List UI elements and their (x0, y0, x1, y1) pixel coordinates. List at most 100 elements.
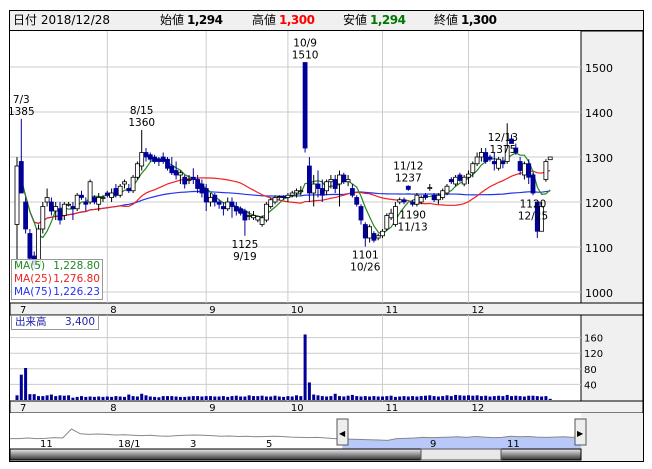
volume-bar (105, 396, 109, 400)
volume-bar (67, 395, 71, 400)
volume-bar (295, 395, 298, 400)
candle-body (186, 179, 192, 181)
volume-bar (148, 396, 152, 400)
volume-bar (41, 396, 45, 400)
candle-body (169, 165, 175, 174)
volume-bar (307, 382, 311, 400)
volume-bar (118, 396, 122, 400)
annotation-date: 12/25 (518, 210, 548, 222)
candle-body (199, 183, 205, 194)
month-tick-label: 10 (291, 305, 304, 316)
candle-body (496, 158, 502, 169)
candle-body (61, 203, 67, 216)
candle-body (324, 181, 330, 192)
candle-body (195, 179, 201, 189)
volume-bar (37, 396, 40, 400)
candle-body (362, 224, 368, 239)
month-axis-strip (10, 302, 643, 316)
volume-bar (411, 396, 415, 400)
volume-bar (166, 396, 169, 400)
candle-body (190, 176, 196, 180)
volume-bar (269, 396, 273, 400)
candle-body (427, 187, 433, 190)
candle-body (53, 206, 59, 212)
candle-body (87, 181, 93, 203)
volume-bar (522, 396, 526, 400)
volume-bar (213, 396, 217, 400)
volume-bar (153, 396, 157, 400)
volume-bar (510, 396, 513, 400)
month-tick-label: 11 (386, 403, 399, 414)
volume-bar (32, 394, 36, 400)
candle-body (126, 188, 132, 192)
volume-bar (97, 396, 101, 400)
volume-bar (144, 395, 148, 400)
candle-body (229, 201, 235, 207)
annotation-value: 1237 (395, 172, 422, 184)
volume-bar (475, 395, 479, 400)
candle-body (431, 194, 437, 201)
candle-body (96, 197, 102, 205)
candle-body (530, 174, 536, 194)
volume-bar (161, 396, 165, 400)
candle-body (246, 215, 252, 217)
volume-bar (88, 396, 92, 400)
candle-body (423, 194, 428, 198)
annotation-value: 1101 (352, 250, 379, 262)
candle-body (341, 174, 347, 183)
candle-body (225, 201, 231, 210)
candle-body (212, 194, 218, 203)
candle-body (367, 226, 373, 239)
month-tick-label: 12 (472, 403, 485, 414)
volume-label: 出来高 (15, 316, 47, 328)
volume-bar (312, 394, 316, 400)
volume-bar (114, 396, 118, 400)
volume-bar (123, 396, 126, 400)
month-tick-label: 12 (472, 305, 485, 316)
month-tick-label: 10 (291, 403, 304, 414)
volume-bar (415, 396, 419, 400)
candle-body (113, 188, 119, 196)
arrow-left-icon: ◀ (339, 429, 346, 438)
candle-body (405, 185, 411, 190)
volume-bar (424, 395, 427, 400)
volume-bar (342, 396, 346, 400)
candle-body (23, 201, 29, 230)
volume-bar (183, 396, 187, 400)
volume-bar (290, 396, 294, 400)
volume-bar (419, 396, 423, 400)
candle-body (466, 173, 471, 178)
navigator-label: 5 (266, 439, 272, 450)
volume-bar (398, 396, 402, 400)
volume-bar (368, 396, 372, 400)
volume-bar (320, 396, 324, 400)
candle-body (165, 158, 170, 169)
volume-tick-label: 160 (584, 334, 603, 345)
candle-body (57, 208, 63, 221)
scrollbar-thumb[interactable] (420, 448, 502, 461)
candle-body (522, 163, 527, 176)
candle-body (302, 62, 308, 149)
candle-body (354, 197, 360, 205)
candle-body (203, 188, 209, 203)
candle-body (384, 215, 390, 230)
candle-body (160, 156, 166, 162)
volume-bar (467, 395, 470, 400)
annotation-value: 1360 (128, 117, 155, 129)
volume-bar (286, 396, 290, 400)
candle-body (74, 194, 80, 210)
volume-bar (458, 395, 462, 400)
volume-bar (200, 396, 204, 400)
candle-body (268, 199, 274, 207)
navigator-label: 18/1 (118, 439, 140, 450)
volume-bar (518, 396, 522, 400)
month-axis-strip (10, 400, 643, 414)
volume-bar (178, 396, 182, 400)
legend-value: 1,226.23 (53, 286, 100, 298)
candle-body (216, 201, 222, 205)
price-chart[interactable]: 7 8 9 10 11 127 8 9 10 11 121000110012001300140015… (10, 11, 643, 461)
volume-bar (471, 395, 475, 400)
volume-bar (492, 396, 496, 400)
candle-body (104, 192, 110, 196)
volume-bar (535, 396, 539, 400)
